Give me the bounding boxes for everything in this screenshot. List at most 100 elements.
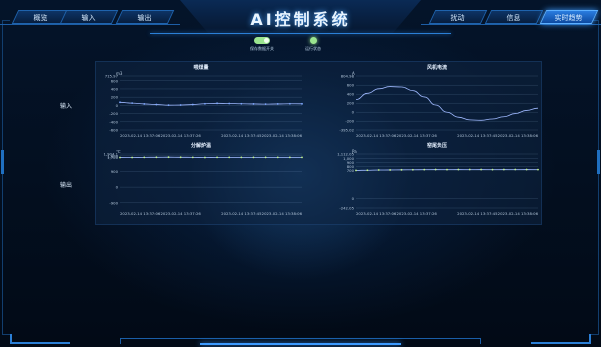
data-point bbox=[131, 156, 134, 159]
run-status-label: 运行状态 bbox=[305, 46, 321, 51]
chart-coal-feed: 喂煤量 m3 715.97 600 400 200 0 -200 -400 -600 2023-02… bbox=[96, 64, 306, 144]
x-tick-label: 2023-02-14 13:38:06 bbox=[498, 211, 539, 216]
y-tick-label: 0 bbox=[116, 185, 119, 190]
y-tick-label: 0 bbox=[352, 110, 355, 115]
data-point bbox=[240, 156, 243, 159]
data-point bbox=[514, 168, 517, 171]
data-point bbox=[446, 168, 448, 171]
x-tick-label: 2023-02-14 13:37:06 bbox=[120, 133, 161, 138]
data-point bbox=[288, 102, 291, 105]
nav-tab-realtime-trend[interactable]: 实时趋势 bbox=[539, 10, 599, 24]
data-point bbox=[143, 103, 146, 105]
x-tick-label: 2023-02-14 13:37:06 bbox=[356, 211, 397, 216]
nav-tab-info[interactable]: 信息 bbox=[484, 10, 544, 24]
data-point bbox=[204, 102, 206, 105]
y-tick-label: 600 bbox=[347, 83, 355, 88]
data-point bbox=[216, 156, 218, 159]
chart-fan-current: 风机电流 A 804.98 600 400 200 0 -200 -395.02 2023-02-… bbox=[332, 64, 542, 144]
data-point bbox=[252, 156, 255, 159]
row-label-output: 输出 bbox=[60, 182, 73, 189]
bottom-glow bbox=[200, 343, 401, 345]
data-point bbox=[191, 156, 194, 159]
x-tick-label: 2023-02-14 13:37:45 bbox=[457, 211, 498, 216]
data-point bbox=[400, 168, 403, 171]
data-point bbox=[204, 156, 206, 159]
x-tick-label: 2023-02-14 13:37:26 bbox=[397, 133, 438, 138]
x-tick-label: 2023-02-14 13:38:06 bbox=[498, 133, 539, 138]
data-point bbox=[240, 102, 243, 105]
x-tick-label: 2023-02-14 13:37:45 bbox=[457, 133, 498, 138]
x-tick-label: 2023-02-14 13:37:26 bbox=[397, 211, 438, 216]
chart-kiln-pressure: 窑尾负压 Pa 1,112.05 1,000 900 800 700 0 -242.05 2023… bbox=[332, 142, 542, 222]
save-data-label: 保存数据开关 bbox=[250, 46, 274, 51]
data-point bbox=[264, 156, 267, 159]
data-point bbox=[264, 103, 267, 106]
data-point bbox=[155, 156, 158, 159]
data-point bbox=[355, 169, 357, 172]
corner-bottom-right bbox=[531, 334, 591, 344]
save-data-toggle-group: 保存数据开关 bbox=[250, 37, 274, 57]
nav-tab-label: 扰动 bbox=[450, 14, 465, 22]
y-tick-label: 0 bbox=[116, 103, 119, 108]
row-label-input: 输入 bbox=[60, 103, 73, 110]
y-tick-label: 900 bbox=[111, 169, 119, 174]
data-point bbox=[167, 156, 170, 159]
data-point bbox=[276, 156, 279, 159]
x-tick-label: 2023-02-14 13:37:45 bbox=[221, 211, 262, 216]
data-point bbox=[301, 156, 303, 159]
y-tick-label: -200 bbox=[109, 111, 118, 116]
data-point bbox=[377, 169, 380, 171]
y-tick-label: 700 bbox=[347, 168, 355, 173]
top-bar: AI控制系统 概览 输入 输出 扰动 信息 实时趋势 bbox=[0, 0, 601, 34]
y-tick-label: 200 bbox=[111, 95, 119, 100]
run-status-indicator bbox=[309, 37, 317, 44]
data-point bbox=[119, 156, 121, 159]
chart-svg: 1,112.051,0009008007000-242.052023-02-14… bbox=[337, 152, 539, 216]
data-point bbox=[423, 168, 426, 171]
y-tick-label: -900 bbox=[109, 200, 118, 205]
chart-calciner-temp: 分解炉温 ℃ 1,904.1 1,800 1,700 900 0 -900 2023-02-14… bbox=[96, 142, 306, 222]
corner-bottom-left bbox=[10, 334, 70, 344]
y-tick-label: -600 bbox=[109, 128, 118, 133]
nav-tab-label: 实时趋势 bbox=[554, 14, 583, 22]
chart-svg: 804.986004002000-200-395.022023-02-14 13… bbox=[339, 74, 539, 139]
save-data-switch[interactable] bbox=[254, 37, 270, 44]
data-point bbox=[155, 103, 158, 106]
y-tick-label: 600 bbox=[111, 78, 119, 83]
data-point bbox=[502, 168, 505, 171]
x-tick-label: 2023-02-14 13:37:26 bbox=[161, 211, 202, 216]
run-status-group: 运行状态 bbox=[305, 37, 321, 57]
frame-tick-left bbox=[1, 150, 4, 174]
data-point bbox=[480, 168, 483, 171]
data-point bbox=[434, 168, 437, 171]
x-tick-label: 2023-02-14 13:38:06 bbox=[262, 133, 303, 138]
chart-svg: 1,904.11,8001,7009000-9002023-02-14 13:3… bbox=[104, 152, 303, 216]
series-line bbox=[355, 86, 539, 121]
nav-tab-output[interactable]: 输出 bbox=[115, 10, 175, 24]
y-tick-label: -200 bbox=[345, 119, 354, 124]
switch-knob bbox=[264, 38, 269, 43]
data-point bbox=[491, 168, 494, 171]
nav-tab-label: 信息 bbox=[506, 14, 521, 22]
data-point bbox=[537, 168, 539, 171]
app-title: AI控制系统 bbox=[250, 10, 351, 29]
nav-tab-label: 输出 bbox=[137, 14, 152, 22]
y-tick-label: 1,700 bbox=[107, 155, 118, 160]
y-tick-label: 200 bbox=[347, 101, 355, 106]
chart-svg: 715.976004002000-200-400-6002023-02-14 1… bbox=[105, 74, 303, 138]
nav-tab-input[interactable]: 输入 bbox=[59, 10, 119, 24]
y-tick-label: 400 bbox=[347, 92, 355, 97]
x-tick-label: 2023-02-14 13:38:06 bbox=[262, 211, 303, 216]
nav-tab-label: 输入 bbox=[81, 14, 96, 22]
data-point bbox=[366, 169, 369, 172]
x-tick-label: 2023-02-14 13:37:06 bbox=[356, 133, 397, 138]
nav-tab-disturbance[interactable]: 扰动 bbox=[428, 10, 488, 24]
y-tick-label: -395.02 bbox=[339, 128, 354, 133]
data-point bbox=[131, 102, 134, 105]
frame-right bbox=[591, 20, 599, 335]
x-tick-label: 2023-02-14 13:37:26 bbox=[161, 133, 202, 138]
title-underline bbox=[150, 33, 451, 34]
y-tick-label: 0 bbox=[352, 196, 355, 201]
frame-tick-right bbox=[597, 150, 600, 174]
data-point bbox=[143, 156, 146, 159]
